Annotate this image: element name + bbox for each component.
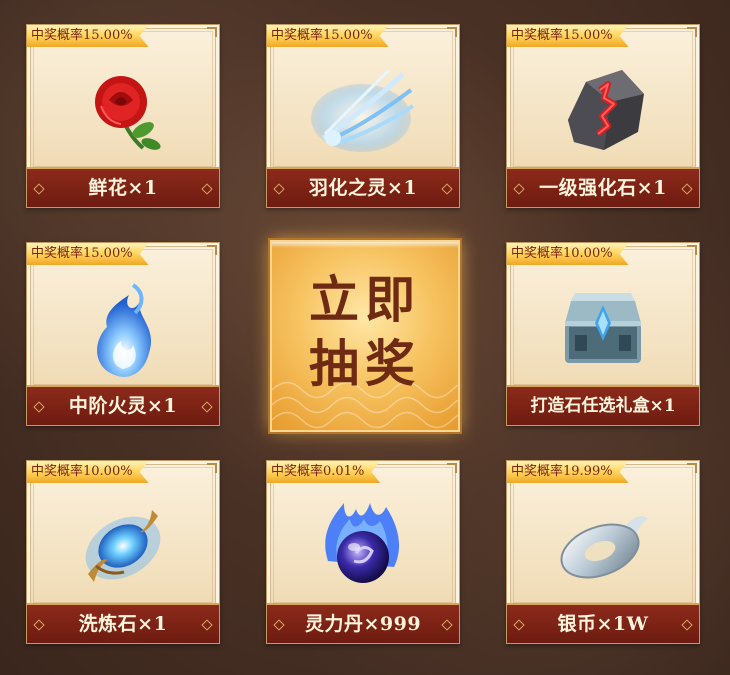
treasure-chest-icon bbox=[507, 269, 699, 387]
ornament-diamond bbox=[273, 183, 285, 195]
item-name-text: 鲜花×1 bbox=[88, 177, 158, 199]
draw-button-frame: 立即 抽奖 bbox=[266, 236, 462, 436]
prize-card: 中奖概率10.00% 洗炼石×1 bbox=[26, 460, 220, 644]
draw-label-line2: 抽奖 bbox=[309, 334, 421, 393]
corner-ornament bbox=[207, 463, 217, 473]
draw-button-label: 立即 抽奖 bbox=[272, 268, 458, 396]
refine-gem-icon bbox=[27, 487, 219, 605]
prize-cell-refine-stone[interactable]: 中奖概率10.00% 洗炼石×1 bbox=[26, 458, 222, 644]
item-name-text: 一级强化石×1 bbox=[539, 177, 667, 199]
ornament-diamond bbox=[33, 619, 45, 631]
prize-cell-silver-coin[interactable]: 中奖概率19.99% 银币×1W bbox=[506, 458, 702, 644]
item-name-text: 银币×1W bbox=[557, 613, 649, 635]
corner-ornament bbox=[687, 463, 697, 473]
probability-badge: 中奖概率19.99% bbox=[506, 461, 629, 483]
corner-ornament bbox=[207, 27, 217, 37]
ornament-diamond bbox=[441, 619, 453, 631]
probability-badge: 中奖概率15.00% bbox=[266, 25, 389, 47]
item-name: 银币×1W bbox=[507, 603, 699, 643]
item-name-text: 中阶火灵×1 bbox=[68, 395, 178, 417]
corner-ornament bbox=[687, 245, 697, 255]
draw-now-button[interactable]: 立即 抽奖 bbox=[270, 240, 460, 432]
prize-card: 中奖概率15.00% 鲜花×1 bbox=[26, 24, 220, 208]
prize-card: 中奖概率15.00% 中阶火灵×1 bbox=[26, 242, 220, 426]
draw-label-line1: 立即 bbox=[309, 270, 421, 329]
item-name: 一级强化石×1 bbox=[507, 167, 699, 207]
prize-card: 中奖概率15.00% 一级强化石×1 bbox=[506, 24, 700, 208]
ornament-diamond bbox=[681, 619, 693, 631]
item-name: 鲜花×1 bbox=[27, 167, 219, 207]
prize-card: 中奖概率10.00% 打造石任选礼盒×1 bbox=[506, 242, 700, 426]
spirit-pill-icon bbox=[267, 487, 459, 605]
ornament-diamond bbox=[201, 183, 213, 195]
enhance-stone-icon bbox=[507, 51, 699, 169]
corner-ornament bbox=[687, 27, 697, 37]
item-name: 打造石任选礼盒×1 bbox=[507, 385, 699, 425]
item-name-text: 灵力丹×999 bbox=[304, 613, 422, 635]
prize-card: 中奖概率15.00% 羽化之灵×1 bbox=[266, 24, 460, 208]
ornament-diamond bbox=[33, 183, 45, 195]
rose-icon bbox=[27, 51, 219, 169]
probability-badge: 中奖概率0.01% bbox=[266, 461, 380, 483]
prize-card: 中奖概率0.01% 灵力丹×999 bbox=[266, 460, 460, 644]
prize-cell-gift-box[interactable]: 中奖概率10.00% 打造石任选礼盒×1 bbox=[506, 240, 702, 426]
prize-cell-flower[interactable]: 中奖概率15.00% 鲜花×1 bbox=[26, 22, 222, 208]
silver-coin-icon bbox=[507, 487, 699, 605]
button-glow bbox=[272, 242, 458, 248]
blue-flame-icon bbox=[27, 269, 219, 387]
ornament-diamond bbox=[441, 183, 453, 195]
ornament-diamond bbox=[681, 183, 693, 195]
corner-ornament bbox=[447, 27, 457, 37]
corner-ornament bbox=[447, 463, 457, 473]
prize-cell-fire-spirit[interactable]: 中奖概率15.00% 中阶火灵×1 bbox=[26, 240, 222, 426]
probability-badge: 中奖概率15.00% bbox=[26, 243, 149, 265]
feather-spirit-icon bbox=[267, 51, 459, 169]
prize-cell-feather[interactable]: 中奖概率15.00% 羽化之灵×1 bbox=[266, 22, 462, 208]
prize-card: 中奖概率19.99% 银币×1W bbox=[506, 460, 700, 644]
item-name: 羽化之灵×1 bbox=[267, 167, 459, 207]
corner-ornament bbox=[207, 245, 217, 255]
prize-cell-enhance-stone[interactable]: 中奖概率15.00% 一级强化石×1 bbox=[506, 22, 702, 208]
ornament-diamond bbox=[201, 619, 213, 631]
ornament-diamond bbox=[33, 401, 45, 413]
probability-badge: 中奖概率15.00% bbox=[26, 25, 149, 47]
ornament-diamond bbox=[273, 619, 285, 631]
item-name-text: 打造石任选礼盒×1 bbox=[530, 396, 676, 416]
probability-badge: 中奖概率15.00% bbox=[506, 25, 629, 47]
item-name-text: 洗炼石×1 bbox=[78, 613, 168, 635]
ornament-diamond bbox=[513, 183, 525, 195]
item-name: 洗炼石×1 bbox=[27, 603, 219, 643]
item-name: 灵力丹×999 bbox=[267, 603, 459, 643]
item-name: 中阶火灵×1 bbox=[27, 385, 219, 425]
ornament-diamond bbox=[513, 619, 525, 631]
probability-badge: 中奖概率10.00% bbox=[506, 243, 629, 265]
ornament-diamond bbox=[201, 401, 213, 413]
item-name-text: 羽化之灵×1 bbox=[308, 177, 418, 199]
prize-cell-spirit-pill[interactable]: 中奖概率0.01% 灵力丹×999 bbox=[266, 458, 462, 644]
probability-badge: 中奖概率10.00% bbox=[26, 461, 149, 483]
